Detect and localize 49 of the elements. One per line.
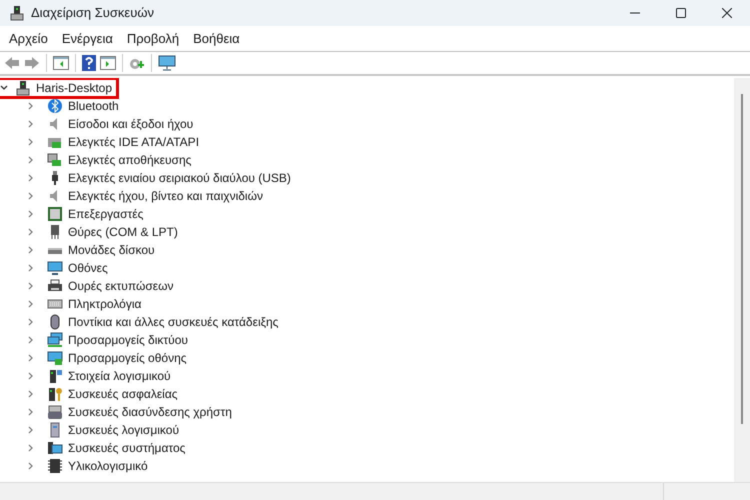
tree-item[interactable]: Θύρες (COM & LPT)	[68, 223, 178, 241]
tree-item[interactable]: Υλικολογισμικό	[68, 457, 148, 475]
back-arrow-icon[interactable]	[4, 56, 20, 70]
tree-item[interactable]: Προσαρμογείς δικτύου	[68, 331, 188, 349]
tree-item[interactable]: Ελεγκτές αποθήκευσης	[68, 151, 192, 169]
maximize-icon	[676, 8, 686, 18]
key-icon	[47, 386, 63, 402]
tree-item[interactable]: Συσκευές λογισμικού	[68, 421, 179, 439]
computer-monitor-icon	[47, 440, 63, 456]
circuit-board-icon	[47, 152, 63, 168]
monitor-search-icon[interactable]	[158, 55, 176, 71]
tree-item[interactable]: Συσκευές ασφαλείας	[68, 385, 178, 403]
tree-item[interactable]: Bluetooth	[68, 97, 119, 115]
tree-item[interactable]: Ουρές εκτυπώσεων	[68, 277, 174, 295]
tree-item[interactable]: Ποντίκια και άλλες συσκευές κατάδειξης	[68, 313, 278, 331]
tree-item[interactable]: Ελεγκτές ήχου, βίντεο και παιχνιδιών	[68, 187, 263, 205]
menu-item[interactable]: Βοήθεια	[186, 28, 247, 50]
tree-item[interactable]: Προσαρμογείς οθόνης	[68, 349, 187, 367]
bluetooth-icon	[47, 98, 63, 114]
menu-item[interactable]: Αρχείο	[2, 28, 55, 50]
printer-icon	[47, 278, 63, 294]
close-icon	[722, 8, 732, 18]
tree-item[interactable]: Οθόνες	[68, 259, 108, 277]
computer-icon	[15, 80, 31, 96]
tree-item[interactable]: Επεξεργαστές	[68, 205, 144, 223]
scrollbar-thumb[interactable]	[741, 94, 743, 424]
computer-tower-icon	[47, 368, 63, 384]
computer-icon	[9, 5, 25, 21]
chip-icon	[47, 458, 63, 474]
tree-item[interactable]: Μονάδες δίσκου	[68, 241, 155, 259]
tree-item[interactable]: Πληκτρολόγια	[68, 295, 142, 313]
network-monitors-icon	[47, 332, 63, 348]
menu-item[interactable]: Προβολή	[120, 28, 186, 50]
tree-item[interactable]: Συσκευές διασύνδεσης χρήστη	[68, 403, 232, 421]
window-panel-icon[interactable]	[53, 56, 69, 70]
monitor-icon	[47, 260, 63, 276]
tree-item[interactable]: Haris-Desktop	[36, 79, 112, 97]
menu-item[interactable]: Ενέργεια	[54, 28, 120, 50]
tree-item[interactable]: Ελεγκτές ενιαίου σειριακού διαύλου (USB)	[68, 169, 291, 187]
forward-arrow-icon[interactable]	[24, 56, 40, 70]
monitor-icon	[47, 350, 63, 366]
tree-item[interactable]: Είσοδοι και έξοδοι ήχου	[68, 115, 194, 133]
chip-icon	[47, 206, 63, 222]
tree-item[interactable]: Ελεγκτές IDE ATA/ATAPI	[68, 133, 200, 151]
tree-item[interactable]: Συσκευές συστήματος	[68, 439, 186, 457]
tree-item[interactable]: Στοιχεία λογισμικού	[68, 367, 171, 385]
window-panel-icon[interactable]	[100, 56, 116, 70]
help-icon[interactable]	[82, 55, 96, 71]
window-title: Διαχείριση Συσκευών	[31, 4, 154, 22]
